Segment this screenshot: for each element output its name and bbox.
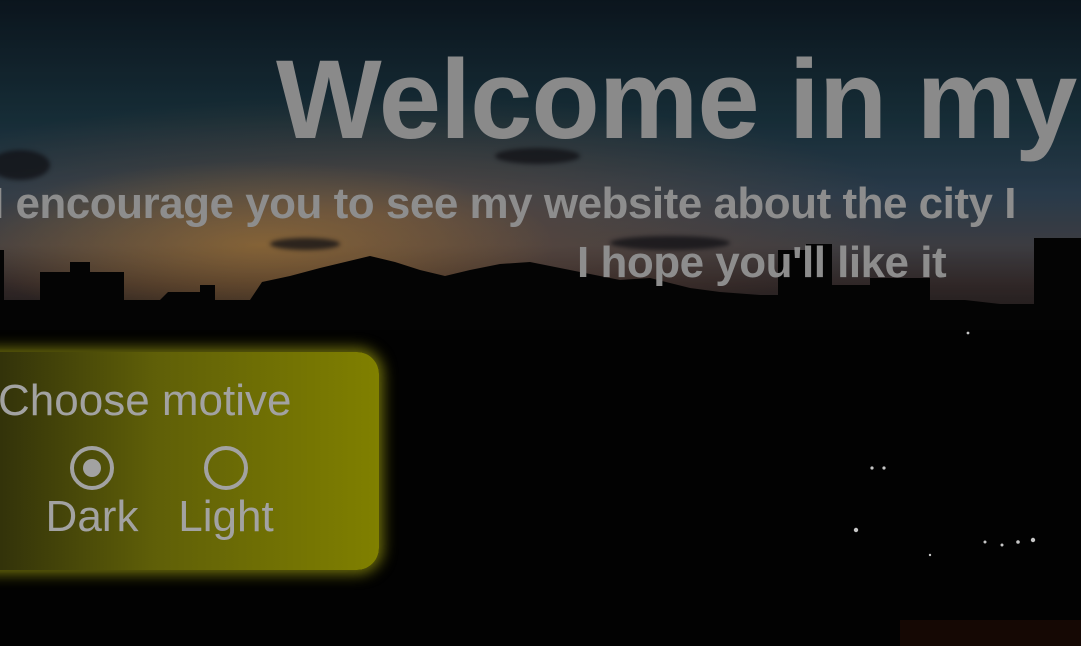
- page-title: Welcome in my C: [276, 37, 1081, 162]
- light-option-label[interactable]: Light: [178, 493, 273, 540]
- page-subtitle-line-2: I hope you'll like it: [577, 238, 947, 287]
- page-background: Welcome in my C I encourage you to see m…: [0, 0, 1081, 646]
- theme-option-light[interactable]: Light: [166, 446, 286, 540]
- page-subtitle-line-1: I encourage you to see my website about …: [0, 179, 1016, 228]
- dark-option-label[interactable]: Dark: [46, 493, 139, 540]
- light-radio-button[interactable]: [204, 446, 248, 490]
- theme-selector-panel: Choose motive Dark Light: [0, 352, 379, 570]
- theme-selector-title: Choose motive: [0, 376, 292, 425]
- dark-radio-button[interactable]: [70, 446, 114, 490]
- theme-option-dark[interactable]: Dark: [40, 446, 144, 540]
